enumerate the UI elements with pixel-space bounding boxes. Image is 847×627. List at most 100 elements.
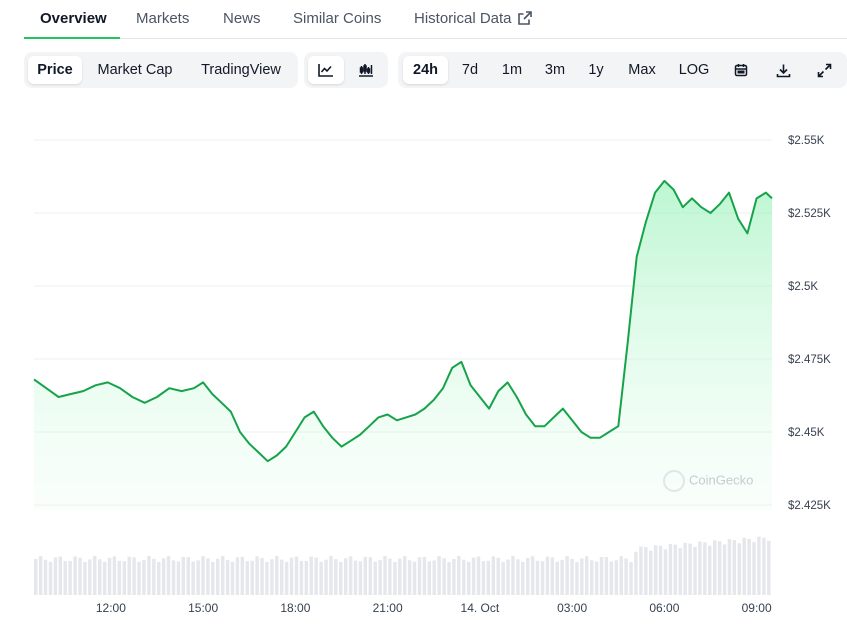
volume-bar bbox=[363, 556, 368, 595]
volume-bar bbox=[34, 559, 38, 595]
x-tick-label: 03:00 bbox=[557, 601, 587, 615]
volume-bar bbox=[270, 559, 274, 595]
range-3m[interactable]: 3m bbox=[537, 56, 573, 84]
range-1y[interactable]: 1y bbox=[581, 56, 611, 84]
volume-bar bbox=[462, 559, 466, 595]
volume-bar bbox=[137, 561, 141, 595]
volume-bar bbox=[491, 556, 496, 595]
expand-icon bbox=[817, 62, 832, 78]
volume-bar bbox=[98, 559, 102, 595]
volume-bar bbox=[181, 557, 186, 595]
volume-bar bbox=[216, 558, 220, 595]
volume-bar bbox=[521, 561, 525, 595]
volume-bar bbox=[708, 545, 712, 595]
volume-bar bbox=[255, 556, 259, 595]
range-24h[interactable]: 24h bbox=[403, 56, 448, 84]
volume-bar bbox=[717, 541, 722, 595]
expand-button[interactable] bbox=[809, 56, 839, 84]
volume-bar bbox=[132, 557, 136, 595]
x-tick-label: 18:00 bbox=[280, 601, 310, 615]
volume-bar bbox=[176, 561, 181, 595]
volume-bar bbox=[43, 559, 48, 595]
candlestick-chart-icon bbox=[358, 62, 374, 78]
volume-bar bbox=[412, 561, 417, 595]
volume-bar bbox=[191, 561, 195, 595]
volume-bar bbox=[442, 558, 446, 595]
tradingview-tab[interactable]: TradingView bbox=[190, 56, 292, 84]
coingecko-logo-icon bbox=[663, 470, 685, 492]
chart-type-group bbox=[304, 52, 388, 88]
volume-bar bbox=[157, 562, 161, 595]
volume-bar bbox=[471, 557, 476, 595]
volume-bar bbox=[624, 558, 628, 595]
line-chart-button[interactable] bbox=[308, 56, 344, 84]
x-tick-label: 06:00 bbox=[649, 601, 679, 615]
volume-bar bbox=[757, 536, 761, 595]
volume-bar bbox=[280, 559, 284, 595]
range-max[interactable]: Max bbox=[620, 56, 664, 84]
volume-bar bbox=[673, 544, 678, 595]
range-7d[interactable]: 7d bbox=[453, 56, 487, 84]
volume-bar bbox=[417, 557, 422, 595]
volume-bar bbox=[166, 556, 171, 595]
volume-bar bbox=[668, 544, 673, 595]
volume-bar bbox=[767, 540, 771, 595]
volume-bar bbox=[698, 541, 702, 595]
volume-bar bbox=[663, 549, 668, 595]
volume-bar bbox=[732, 540, 737, 595]
volume-bar bbox=[299, 560, 304, 595]
volume-bar bbox=[398, 558, 402, 595]
x-tick-label: 12:00 bbox=[96, 601, 126, 615]
y-tick-label: $2.425K bbox=[788, 500, 831, 512]
top-nav: Overview Markets News Similar Coins Hist… bbox=[24, 0, 847, 39]
volume-bar bbox=[614, 560, 619, 595]
volume-bar bbox=[452, 559, 456, 595]
volume-bar bbox=[535, 560, 540, 595]
volume-bar bbox=[609, 561, 614, 595]
volume-bar bbox=[107, 557, 112, 595]
range-1m[interactable]: 1m bbox=[495, 56, 529, 84]
volume-bar bbox=[250, 560, 254, 595]
volume-bar bbox=[334, 559, 338, 595]
volume-bar bbox=[530, 556, 535, 595]
tab-news[interactable]: News bbox=[223, 10, 261, 27]
tab-historical-data-label: Historical Data bbox=[414, 10, 512, 27]
volume-bar bbox=[393, 562, 397, 595]
volume-bar bbox=[383, 556, 387, 595]
volume-bar bbox=[447, 562, 451, 595]
volume-bar bbox=[599, 557, 604, 595]
volume-bar bbox=[73, 556, 77, 595]
download-button[interactable] bbox=[768, 56, 798, 84]
volume-bar bbox=[683, 542, 687, 595]
candlestick-chart-button[interactable] bbox=[348, 56, 384, 84]
tab-historical-data[interactable]: Historical Data bbox=[414, 10, 532, 29]
volume-bar bbox=[422, 556, 427, 595]
log-scale-toggle[interactable]: LOG bbox=[672, 56, 716, 84]
price-chart[interactable]: $2.55K $2.525K $2.5K $2.475K $2.45K $2.425K 1… bbox=[0, 100, 847, 627]
volume-bar bbox=[275, 556, 279, 595]
volume-bar bbox=[304, 561, 309, 595]
volume-bar bbox=[378, 560, 382, 595]
volume-bar bbox=[63, 561, 67, 595]
volume-bar bbox=[752, 542, 756, 595]
volume-bar bbox=[658, 545, 663, 595]
volume-bar bbox=[102, 561, 107, 595]
volume-bar bbox=[580, 558, 584, 595]
metric-tab-group: Price Market Cap TradingView bbox=[24, 52, 298, 88]
y-tick-label: $2.525K bbox=[788, 208, 831, 220]
active-tab-underline bbox=[24, 37, 120, 39]
y-tick-label: $2.45K bbox=[788, 427, 825, 439]
volume-bar bbox=[353, 560, 358, 595]
volume-bar bbox=[550, 557, 555, 595]
price-tab[interactable]: Price bbox=[28, 56, 82, 84]
calendar-button[interactable] bbox=[726, 56, 756, 84]
volume-bar bbox=[639, 546, 643, 595]
volume-bar bbox=[688, 543, 692, 595]
volume-bar bbox=[644, 547, 648, 595]
tab-overview[interactable]: Overview bbox=[40, 10, 107, 27]
volume-bar bbox=[319, 561, 323, 595]
market-cap-tab[interactable]: Market Cap bbox=[90, 56, 180, 84]
tab-similar-coins[interactable]: Similar Coins bbox=[293, 10, 381, 27]
tab-markets[interactable]: Markets bbox=[136, 10, 189, 27]
y-tick-label: $2.55K bbox=[788, 135, 825, 147]
